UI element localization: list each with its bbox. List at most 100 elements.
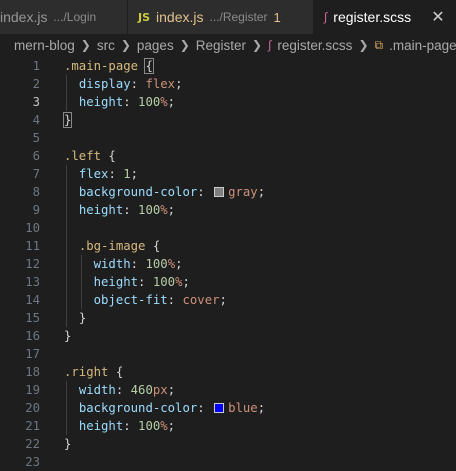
tab-register-scss[interactable]: ∫ register.scss ✕: [314, 0, 456, 34]
js-file-icon: JS: [138, 10, 151, 24]
code-line: 6 .left {: [0, 147, 456, 165]
breadcrumb: mern-blog ❯ src ❯ pages ❯ Register ❯ ∫ r…: [0, 34, 456, 56]
code-line: 3 height: 100%;: [0, 93, 456, 111]
code-line: 14 object-fit: cover;: [0, 291, 456, 309]
line-number: 12: [25, 257, 40, 271]
line-number: 19: [25, 383, 40, 397]
line-number: 3: [32, 95, 40, 109]
line-number: 14: [25, 293, 40, 307]
value: 100: [138, 203, 161, 217]
code-line: 10: [0, 219, 456, 237]
brace: }: [62, 112, 73, 128]
breadcrumb-item[interactable]: mern-blog: [14, 38, 75, 53]
close-icon[interactable]: ✕: [431, 7, 445, 27]
tab-index-login[interactable]: index.js .../Login: [0, 0, 128, 34]
tab-path: .../Login: [53, 10, 97, 24]
code-line: 9 height: 100%;: [0, 201, 456, 219]
code-line: 20 background-color: blue;: [0, 399, 456, 417]
tab-label: index.js: [156, 9, 204, 25]
chevron-right-icon: ❯: [252, 38, 263, 52]
line-number: 6: [32, 149, 40, 163]
property: display: [78, 77, 131, 91]
line-number: 17: [25, 347, 40, 361]
value: 100: [138, 95, 161, 109]
code-line: 17: [0, 345, 456, 363]
tab-index-register[interactable]: JS index.js .../Register 1: [128, 0, 314, 34]
code-line: 11 .bg-image {: [0, 237, 456, 255]
value: 100: [152, 275, 176, 289]
unit: %: [160, 95, 168, 109]
property: height: [93, 275, 139, 289]
code-editor[interactable]: 1 .main-page { 2 display: flex; 3 height:…: [0, 56, 456, 471]
code-line: 16}: [0, 327, 456, 345]
property: height: [78, 419, 124, 433]
selector: .main-page: [64, 59, 139, 73]
sass-file-icon: ∫: [268, 38, 272, 52]
code-line: 7 flex: 1;: [0, 165, 456, 183]
line-number: 4: [32, 113, 40, 127]
line-number: 22: [25, 437, 40, 451]
property: object-fit: [93, 293, 168, 307]
line-number: 20: [25, 401, 40, 415]
tab-path: .../Register: [209, 10, 268, 24]
line-number: 9: [32, 203, 40, 217]
value: 100: [138, 419, 161, 433]
breadcrumb-item[interactable]: Register: [196, 38, 246, 53]
tab-bar: index.js .../Login JS index.js .../Regis…: [0, 0, 456, 34]
line-number: 11: [25, 239, 40, 253]
color-swatch-blue[interactable]: [214, 403, 225, 413]
line-number: 18: [25, 365, 40, 379]
code-line: 12 width: 100%;: [0, 255, 456, 273]
line-number: 23: [25, 455, 40, 469]
line-number: 5: [32, 131, 40, 145]
value: flex: [145, 77, 176, 91]
code-line: 19 width: 460px;: [0, 381, 456, 399]
chevron-right-icon: ❯: [179, 38, 190, 52]
breadcrumb-item[interactable]: pages: [137, 38, 174, 53]
problem-count-badge: 1: [273, 9, 281, 25]
code-line: 1 .main-page {: [0, 57, 456, 75]
breadcrumb-item[interactable]: register.scss: [277, 38, 352, 53]
breadcrumb-item[interactable]: src: [97, 38, 115, 53]
property: background-color: [78, 185, 198, 199]
chevron-right-icon: ❯: [358, 38, 369, 52]
line-number: 1: [32, 59, 40, 73]
property: height: [78, 95, 124, 109]
unit: %: [167, 257, 176, 271]
chevron-right-icon: ❯: [120, 38, 131, 52]
value: gray: [228, 185, 258, 199]
breadcrumb-item[interactable]: .main-page: [389, 38, 456, 53]
line-number: 7: [32, 167, 40, 181]
symbol-class-icon: ⧉: [374, 37, 384, 52]
value: 460: [130, 383, 153, 397]
property: height: [78, 203, 124, 217]
code-line: 15 }: [0, 309, 456, 327]
color-swatch-gray[interactable]: [214, 187, 225, 197]
selector: .bg-image: [78, 239, 146, 253]
code-line: 4}: [0, 111, 456, 129]
line-number: 13: [25, 275, 40, 289]
code-line: 5: [0, 129, 456, 147]
selector: .left: [64, 149, 102, 163]
selector: .right: [64, 365, 109, 379]
line-number: 2: [32, 77, 40, 91]
unit: px: [152, 383, 168, 397]
code-line: 18 .right {: [0, 363, 456, 381]
code-line: 8 background-color: gray;: [0, 183, 456, 201]
chevron-right-icon: ❯: [80, 38, 91, 52]
tab-label: index.js: [0, 9, 48, 25]
line-number: 21: [25, 419, 40, 433]
code-line: 21 height: 100%;: [0, 417, 456, 435]
code-line: 13 height: 100%;: [0, 273, 456, 291]
code-line: 2 display: flex;: [0, 75, 456, 93]
value: blue: [228, 401, 258, 415]
value: cover: [182, 293, 220, 307]
line-number: 8: [32, 185, 40, 199]
value: 1: [123, 167, 131, 181]
unit: %: [160, 203, 168, 217]
value: 100: [145, 257, 168, 271]
line-number: 15: [25, 311, 40, 325]
property: width: [78, 383, 116, 397]
property: width: [93, 257, 131, 271]
line-number: 16: [25, 329, 40, 343]
